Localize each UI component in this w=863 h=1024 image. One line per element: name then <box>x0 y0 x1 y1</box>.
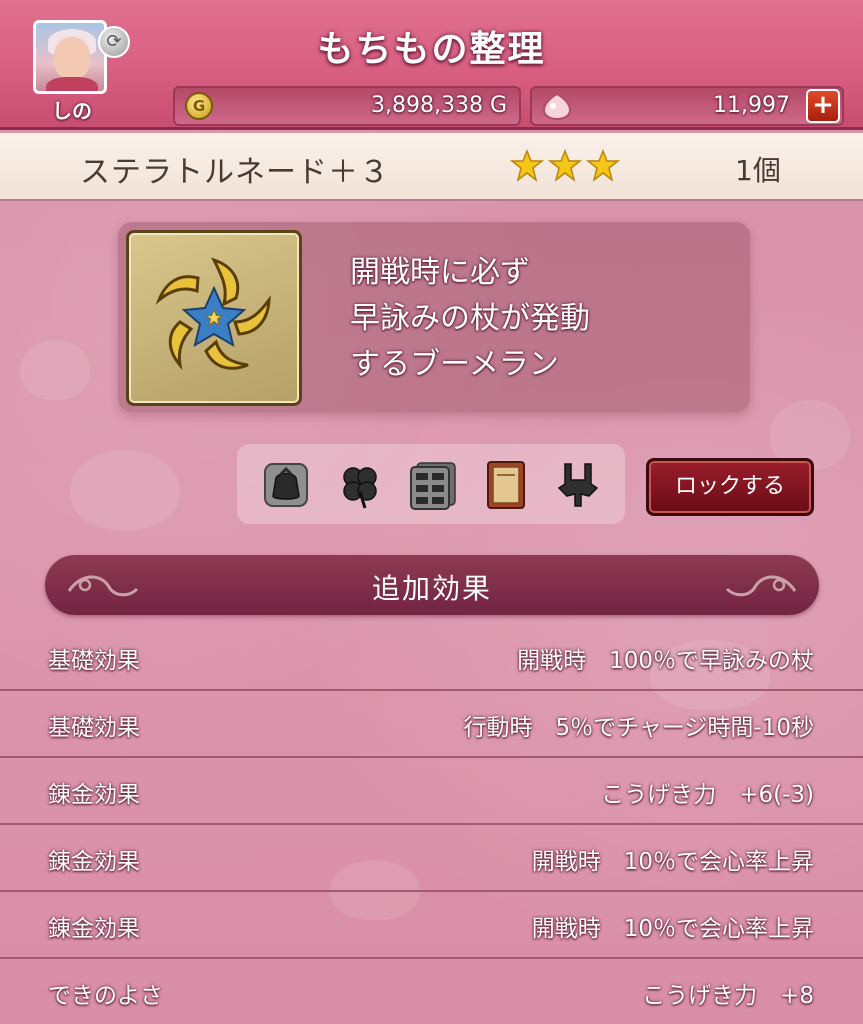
gem-icon <box>542 92 572 120</box>
section-header: 追加効果 <box>45 555 819 615</box>
background-decoration <box>20 340 90 400</box>
effect-row: 錬金効果 開戦時 10％で会心率上昇 <box>0 892 863 959</box>
item-title-row: ステラトルネード＋３ 1個 <box>0 133 863 201</box>
swap-character-icon[interactable]: ⟳ <box>98 26 130 58</box>
avatar-face <box>54 37 90 79</box>
item-name: ステラトルネード＋３ <box>80 155 390 190</box>
effect-label: 錬金効果 <box>48 782 140 808</box>
effect-label: 錬金効果 <box>48 916 140 942</box>
app-screen: もちもの整理 ⟳ しの G 3,898,338 G 11,997 + ステラトル… <box>0 0 863 1024</box>
description-line: するブーメラン <box>350 347 559 382</box>
gem-display: 11,997 + <box>530 86 844 126</box>
anvil-icon[interactable] <box>551 458 605 512</box>
effect-row: できのよさ こうげき力 +8 <box>0 959 863 1024</box>
effect-table: 基礎効果 開戦時 100％で早詠みの杖 基礎効果 行動時 5％でチャージ時間-1… <box>0 624 863 1024</box>
effect-row: 基礎効果 行動時 5％でチャージ時間-10秒 <box>0 691 863 758</box>
coin-icon: G <box>185 92 213 120</box>
description-line: 早詠みの杖が発動 <box>350 301 590 336</box>
effect-value: 開戦時 10％で会心率上昇 <box>531 849 814 875</box>
gold-display: G 3,898,338 G <box>173 86 521 126</box>
gem-value: 11,997 <box>713 93 790 118</box>
bag-recycle-icon[interactable] <box>259 458 313 512</box>
add-gem-button[interactable]: + <box>806 89 840 123</box>
effect-label: 錬金効果 <box>48 849 140 875</box>
star-icon <box>586 149 620 182</box>
description-line: 開戦時に必ず <box>350 255 530 290</box>
effect-value: 行動時 5％でチャージ時間-10秒 <box>463 715 814 741</box>
storage-cabinet-icon[interactable] <box>405 458 459 512</box>
section-title: 追加効果 <box>371 572 492 605</box>
star-icon <box>548 149 582 182</box>
effect-value: 開戦時 100％で早詠みの杖 <box>517 648 814 674</box>
avatar[interactable] <box>33 20 107 94</box>
avatar-body <box>46 77 98 91</box>
item-icon-frame <box>126 230 302 406</box>
effect-row: 錬金効果 開戦時 10％で会心率上昇 <box>0 825 863 892</box>
book-icon[interactable] <box>479 458 533 512</box>
item-rarity-stars <box>510 149 620 183</box>
boomerang-star-icon <box>155 257 271 371</box>
effect-value: 開戦時 10％で会心率上昇 <box>531 916 814 942</box>
effect-value: こうげき力 +8 <box>642 983 814 1009</box>
flourish-right-icon <box>725 575 797 597</box>
background-decoration <box>70 450 180 530</box>
action-icon-tray <box>237 444 625 524</box>
player-name: しの <box>52 99 92 123</box>
effect-row: 基礎効果 開戦時 100％で早詠みの杖 <box>0 624 863 691</box>
lock-button[interactable]: ロックする <box>646 458 814 516</box>
star-icon <box>510 149 544 182</box>
header-bar: もちもの整理 ⟳ しの G 3,898,338 G 11,997 + <box>0 0 863 130</box>
effect-row: 錬金効果 こうげき力 +6(-3) <box>0 758 863 825</box>
effect-label: 基礎効果 <box>48 648 140 674</box>
effect-label: できのよさ <box>48 983 163 1009</box>
item-description: 開戦時に必ず 早詠みの杖が発動 するブーメラン <box>350 250 740 388</box>
item-count: 1個 <box>735 154 781 187</box>
effect-label: 基礎効果 <box>48 715 140 741</box>
gold-value: 3,898,338 G <box>370 93 507 118</box>
clover-icon[interactable] <box>333 458 387 512</box>
effect-value: こうげき力 +6(-3) <box>601 782 814 808</box>
item-description-panel: 開戦時に必ず 早詠みの杖が発動 するブーメラン <box>118 222 750 412</box>
